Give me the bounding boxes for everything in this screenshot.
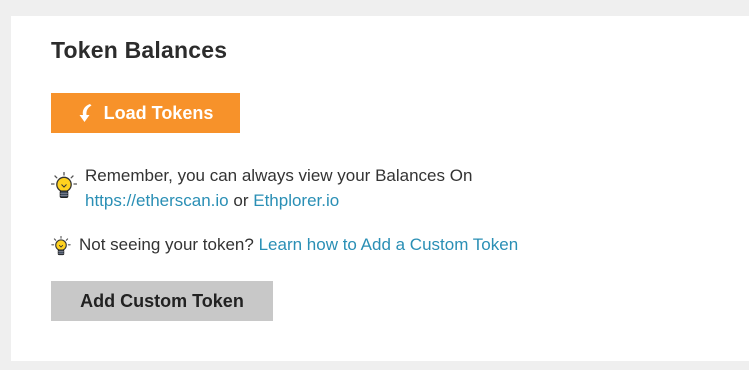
load-tokens-button[interactable]: Load Tokens <box>51 93 240 133</box>
balances-tip-line1: Remember, you can always view your Balan… <box>85 166 473 185</box>
ethplorer-link[interactable]: Ethplorer.io <box>253 191 339 210</box>
app-background: Token Balances Load Tokens Remember, you… <box>0 0 749 370</box>
load-arrow-icon <box>78 103 94 123</box>
add-custom-token-button[interactable]: Add Custom Token <box>51 281 273 321</box>
section-title: Token Balances <box>51 37 228 63</box>
custom-token-tip-label: Not seeing your token? <box>79 235 254 254</box>
balances-tip-separator: or <box>233 191 249 210</box>
balances-tip-line2: https://etherscan.io or Ethplorer.io <box>85 188 472 213</box>
balances-tip-text: Remember, you can always view your Balan… <box>85 163 472 213</box>
load-tokens-label: Load Tokens <box>103 102 214 123</box>
lightbulb-icon <box>50 171 78 209</box>
add-custom-token-help-link[interactable]: Learn how to Add a Custom Token <box>259 235 519 254</box>
custom-token-tip: Not seeing your token? Learn how to Add … <box>51 232 518 265</box>
custom-token-tip-text: Not seeing your token? Learn how to Add … <box>79 232 518 257</box>
lightbulb-icon <box>51 235 71 265</box>
balances-tip: Remember, you can always view your Balan… <box>50 163 472 213</box>
etherscan-link[interactable]: https://etherscan.io <box>85 191 229 210</box>
